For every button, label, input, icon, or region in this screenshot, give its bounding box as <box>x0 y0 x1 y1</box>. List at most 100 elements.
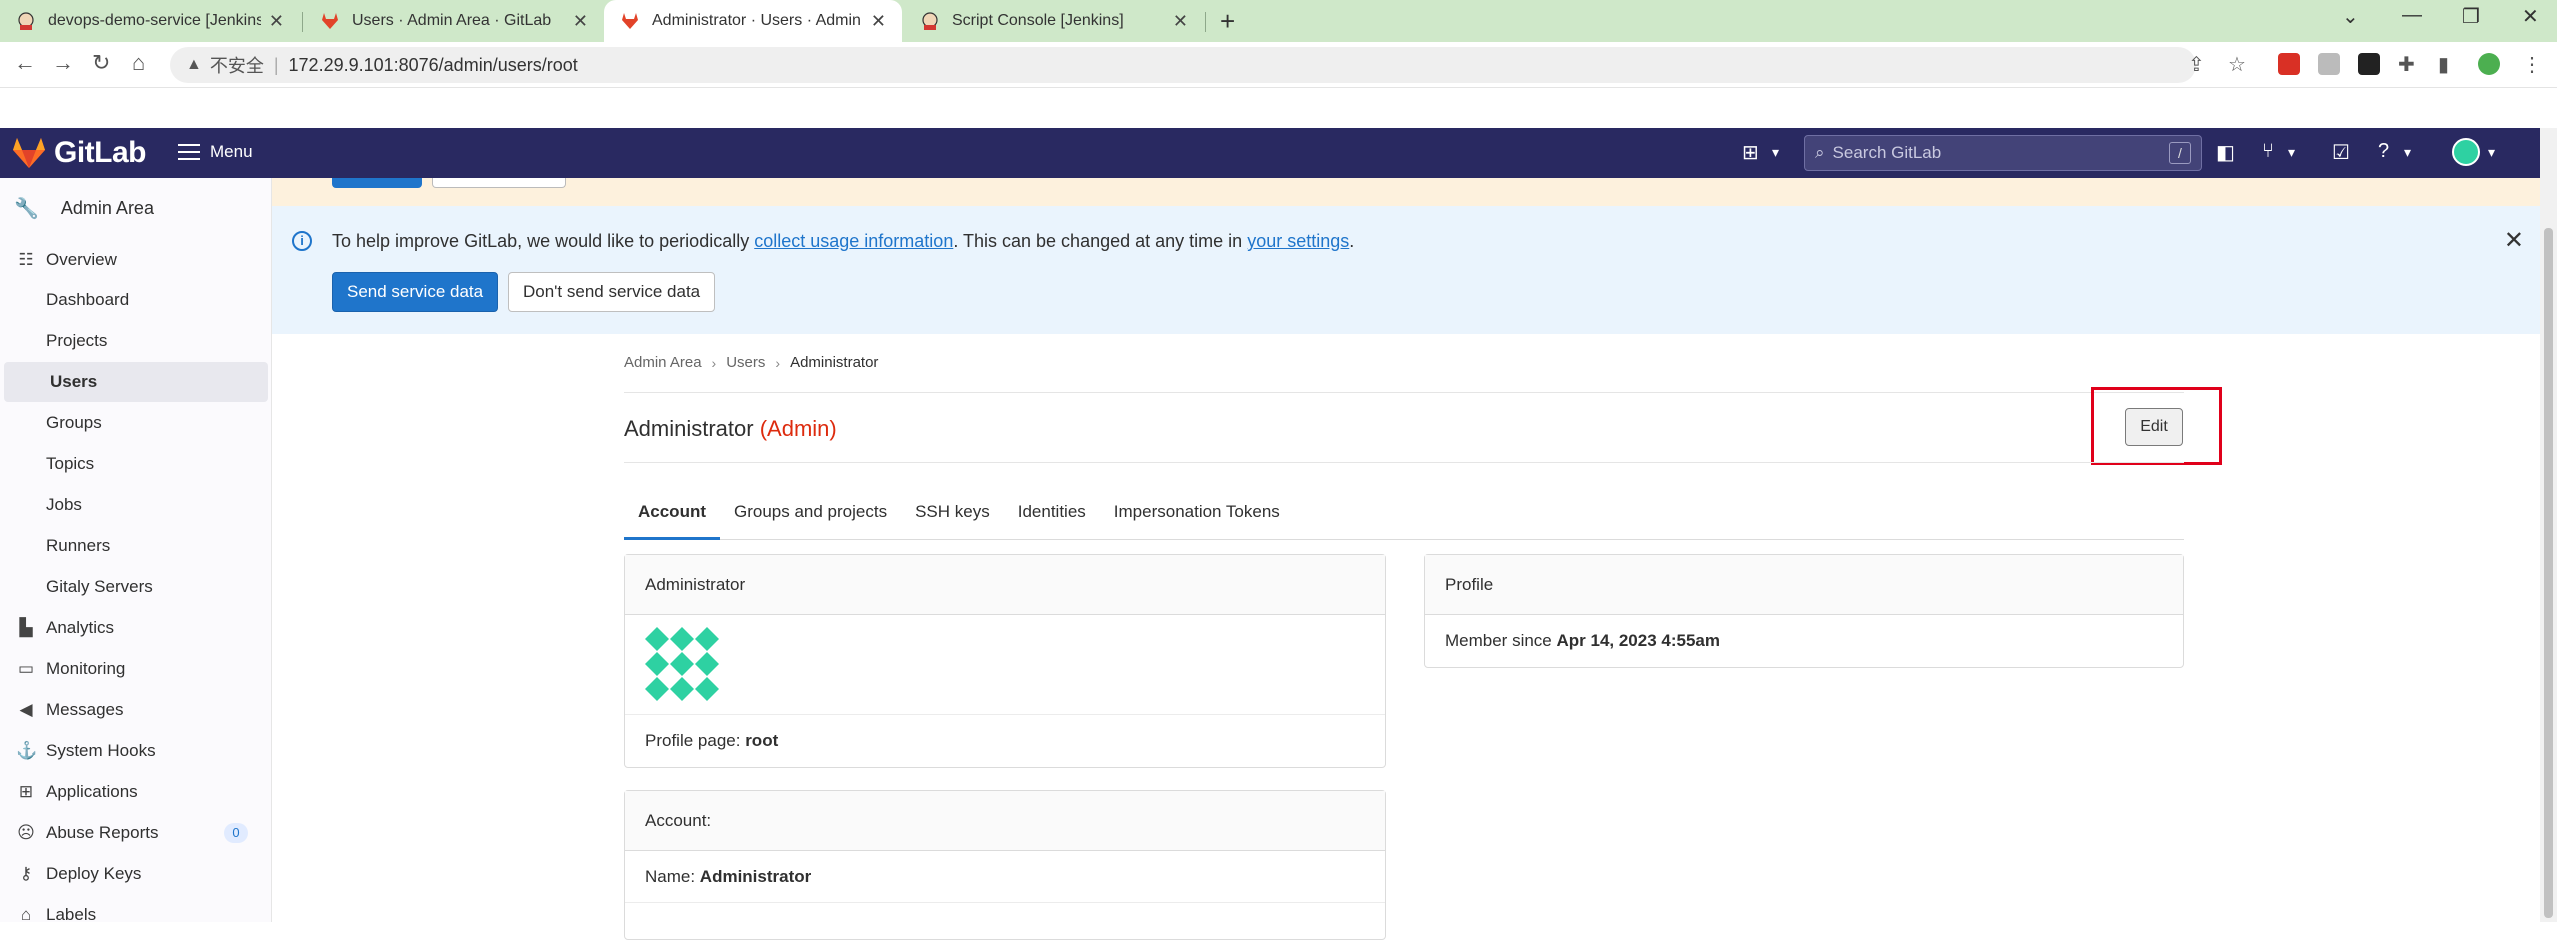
user-avatar-icon[interactable] <box>2452 138 2480 166</box>
close-tab-icon[interactable]: ✕ <box>1173 11 1188 32</box>
sidebar-item-dashboard[interactable]: Dashboard <box>0 280 268 320</box>
banner-button-cut-off[interactable] <box>432 178 566 188</box>
url-divider: | <box>273 54 279 75</box>
alert-text: . <box>1349 231 1355 251</box>
sidebar-item-topics[interactable]: Topics <box>0 444 268 484</box>
grid-icon: ⊞ <box>18 782 34 801</box>
your-settings-link[interactable]: your settings <box>1247 231 1349 251</box>
sidebar-item-abuse-reports[interactable]: ☹ Abuse Reports 0 <box>0 813 268 853</box>
browser-menu-kebab-icon[interactable]: ⋮ <box>2522 52 2542 77</box>
close-window-icon[interactable]: ✕ <box>2522 4 2539 29</box>
url-bar[interactable]: ▲ 不安全 | 172.29.9.101:8076/admin/users/ro… <box>170 47 2196 83</box>
side-panel-icon[interactable]: ▮ <box>2438 52 2449 77</box>
browser-tab-jenkins-script[interactable]: Script Console [Jenkins] ✕ <box>904 0 1204 42</box>
sidebar-item-projects[interactable]: Projects <box>0 321 268 361</box>
sidebar-title[interactable]: 🔧 Admin Area <box>14 196 154 221</box>
bookmark-star-icon[interactable]: ☆ <box>2228 52 2246 77</box>
extension-red-icon[interactable] <box>2278 53 2300 75</box>
tab-identities[interactable]: Identities <box>1004 490 1100 540</box>
sidebar-item-overview[interactable]: ☷ Overview <box>0 240 268 280</box>
abuse-icon: ☹ <box>17 823 35 842</box>
account-card: Account: Name: Administrator <box>624 790 1386 940</box>
breadcrumb-administrator[interactable]: Administrator <box>790 354 878 371</box>
identicon-avatar <box>645 627 719 701</box>
count-badge: 0 <box>224 823 248 843</box>
main-menu-button[interactable]: Menu <box>178 142 253 162</box>
chevron-down-icon[interactable]: ▾ <box>2404 144 2411 161</box>
hook-icon: ⚓ <box>16 741 38 760</box>
partially-scrolled-banner <box>272 178 2540 206</box>
url-text[interactable]: 172.29.9.101:8076/admin/users/root <box>289 55 578 76</box>
overview-icon: ☷ <box>18 250 34 269</box>
banner-button-cut-off[interactable] <box>332 178 422 188</box>
collect-usage-link[interactable]: collect usage information <box>754 231 953 251</box>
sidebar-item-runners[interactable]: Runners <box>0 526 268 566</box>
warning-triangle-icon[interactable]: ▲ <box>186 56 202 74</box>
extension-gray-icon[interactable] <box>2318 53 2340 75</box>
scrollbar-thumb[interactable] <box>2544 228 2553 918</box>
tab-search-chevron-icon[interactable]: ⌄ <box>2342 4 2359 29</box>
tab-ssh-keys[interactable]: SSH keys <box>901 490 1004 540</box>
forward-arrow-icon[interactable]: → <box>52 50 74 76</box>
page-scrollbar[interactable] <box>2540 128 2557 922</box>
chevron-down-icon[interactable]: ▾ <box>2288 144 2295 161</box>
browser-tab-jenkins-devops[interactable]: devops-demo-service [Jenkins] ✕ <box>0 0 300 42</box>
reload-icon[interactable]: ↻ <box>92 50 110 76</box>
sidebar-item-system-hooks[interactable]: ⚓ System Hooks <box>0 731 268 771</box>
edit-button[interactable]: Edit <box>2125 408 2183 446</box>
merge-requests-icon[interactable]: ⑂ <box>2262 140 2274 163</box>
search-shortcut-key: / <box>2169 142 2191 164</box>
tab-account[interactable]: Account <box>624 490 720 540</box>
sidebar-item-messages[interactable]: ◀ Messages <box>0 690 268 730</box>
search-input[interactable]: ⌕ Search GitLab / <box>1804 135 2202 171</box>
send-service-data-button[interactable]: Send service data <box>332 272 499 312</box>
todos-icon[interactable]: ☑ <box>2332 140 2350 165</box>
close-tab-icon[interactable]: ✕ <box>269 11 284 32</box>
gitlab-logo[interactable]: GitLab <box>12 136 147 170</box>
hamburger-icon <box>178 144 200 160</box>
breadcrumb-users[interactable]: Users <box>726 354 765 371</box>
tab-impersonation-tokens[interactable]: Impersonation Tokens <box>1100 490 1294 540</box>
close-icon[interactable]: ✕ <box>2504 226 2524 255</box>
tab-divider <box>302 12 303 32</box>
back-arrow-icon[interactable]: ← <box>14 50 36 76</box>
sidebar-item-jobs[interactable]: Jobs <box>0 485 268 525</box>
new-tab-icon[interactable]: + <box>1220 6 1235 37</box>
minimize-icon[interactable]: — <box>2402 4 2422 27</box>
chart-icon: ▙ <box>19 618 33 637</box>
breadcrumb-admin-area[interactable]: Admin Area <box>624 354 702 371</box>
share-icon[interactable]: ⇪ <box>2188 52 2205 77</box>
close-tab-icon[interactable]: ✕ <box>871 11 886 32</box>
chevron-down-icon[interactable]: ▾ <box>1772 144 1779 161</box>
browser-tab-gitlab-administrator[interactable]: Administrator · Users · Admin Area ✕ <box>604 0 902 42</box>
sidebar-item-monitoring[interactable]: ▭ Monitoring <box>0 649 268 689</box>
dont-send-service-data-button[interactable]: Don't send service data <box>508 272 716 312</box>
extension-dark-icon[interactable] <box>2358 53 2380 75</box>
close-tab-icon[interactable]: ✕ <box>573 11 588 32</box>
account-card-header: Account: <box>625 791 1385 851</box>
extensions-puzzle-icon[interactable]: ✚ <box>2398 52 2415 77</box>
chevron-down-icon[interactable]: ▾ <box>2488 144 2495 161</box>
issues-icon[interactable]: ◧ <box>2216 140 2235 165</box>
sidebar-item-label: Groups <box>46 413 102 432</box>
profile-card: Profile Member since Apr 14, 2023 4:55am <box>1424 554 2184 668</box>
create-new-plus-icon[interactable]: ⊞ <box>1742 140 1759 165</box>
browser-tab-title: devops-demo-service [Jenkins] <box>48 12 261 29</box>
sidebar-item-analytics[interactable]: ▙ Analytics <box>0 608 268 648</box>
profile-avatar-icon[interactable] <box>2478 53 2500 75</box>
sidebar-item-applications[interactable]: ⊞ Applications <box>0 772 268 812</box>
sidebar-item-gitaly-servers[interactable]: Gitaly Servers <box>0 567 268 607</box>
usage-ping-alert: i To help improve GitLab, we would like … <box>272 206 2540 334</box>
sidebar-item-label: Analytics <box>46 618 115 637</box>
browser-tab-gitlab-users[interactable]: Users · Admin Area · GitLab ✕ <box>304 0 604 42</box>
sidebar-item-deploy-keys[interactable]: ⚷ Deploy Keys <box>0 854 268 894</box>
sidebar-item-users[interactable]: Users <box>4 362 268 402</box>
alert-text: . This can be changed at any time in <box>953 231 1248 251</box>
restore-icon[interactable]: ❐ <box>2462 4 2480 29</box>
sidebar-item-labels[interactable]: ⌂ Labels <box>0 895 268 935</box>
help-icon[interactable]: ? <box>2378 140 2389 163</box>
sidebar-item-groups[interactable]: Groups <box>0 403 268 443</box>
browser-tab-title: Administrator · Users · Admin Area <box>652 12 863 29</box>
home-icon[interactable]: ⌂ <box>132 50 145 76</box>
tab-groups-and-projects[interactable]: Groups and projects <box>720 490 901 540</box>
